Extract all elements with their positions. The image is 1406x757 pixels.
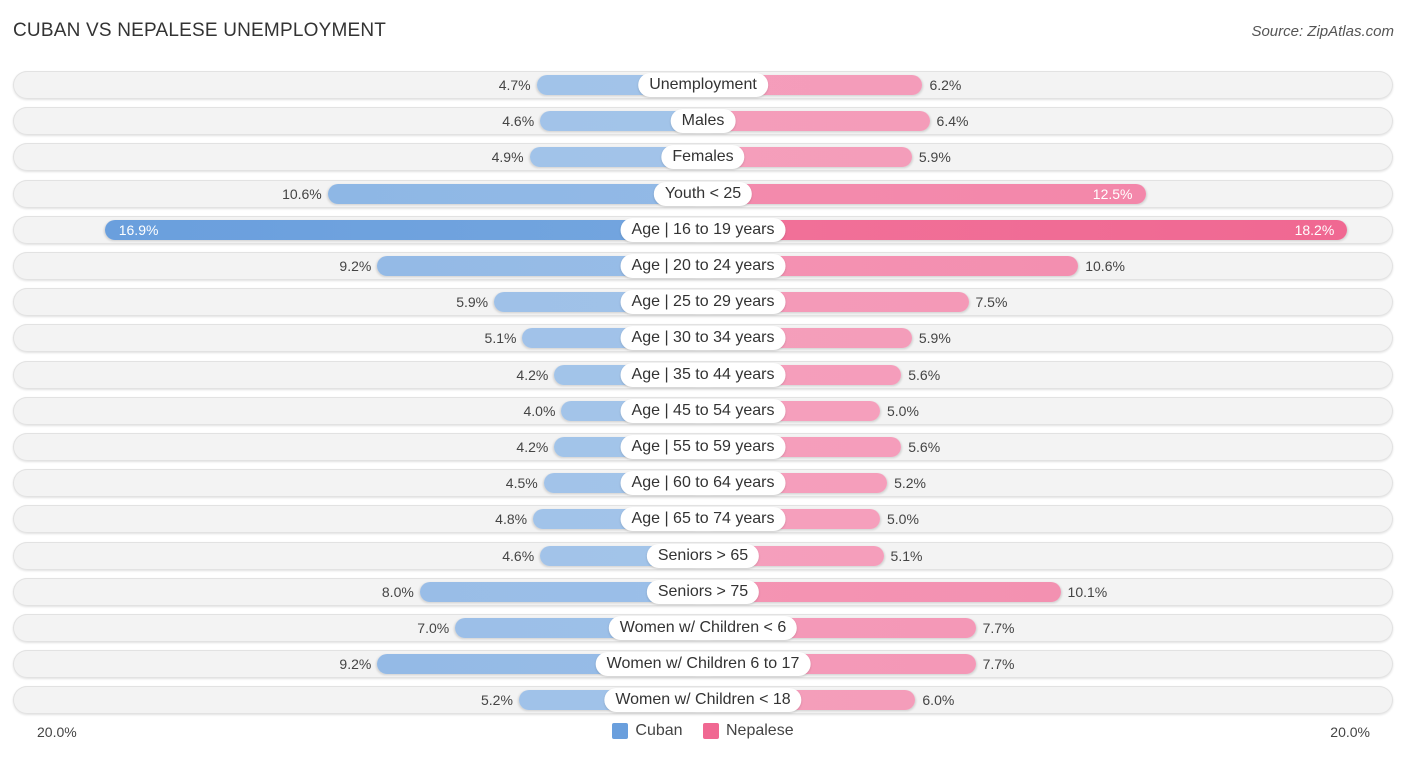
value-label-nepalese: 18.2% bbox=[1294, 221, 1335, 238]
value-label-cuban: 4.6% bbox=[502, 113, 535, 130]
value-label-nepalese: 7.7% bbox=[982, 620, 1015, 636]
value-label-nepalese: 7.7% bbox=[982, 656, 1015, 673]
value-label-cuban: 9.2% bbox=[339, 656, 372, 673]
value-label-nepalese: 5.0% bbox=[887, 402, 919, 419]
legend-swatch-nepalese bbox=[703, 723, 719, 739]
value-label-nepalese: 7.5% bbox=[975, 294, 1008, 311]
value-label-nepalese: 5.6% bbox=[908, 439, 941, 455]
category-label: Age | 20 to 24 years bbox=[620, 254, 786, 278]
value-label-nepalese: 6.4% bbox=[936, 113, 969, 130]
diverging-bar-chart: 4.7% 6.2% Unemployment 4.6% 6.4% Males 4.9% 5.9… bbox=[0, 0, 1406, 757]
value-label-cuban: 5.2% bbox=[481, 692, 513, 709]
value-label-cuban: 9.2% bbox=[339, 258, 372, 274]
value-label-cuban: 4.2% bbox=[516, 439, 549, 455]
category-label: Age | 30 to 34 years bbox=[620, 326, 786, 351]
category-label: Women w/ Children 6 to 17 bbox=[595, 652, 811, 677]
value-label-nepalese: 5.9% bbox=[918, 330, 951, 347]
category-label: Age | 60 to 64 years bbox=[620, 471, 786, 496]
value-label-cuban: 8.0% bbox=[381, 583, 414, 600]
value-label-cuban: 5.1% bbox=[484, 330, 517, 347]
value-label-cuban: 4.7% bbox=[498, 77, 531, 93]
value-label-cuban: 4.6% bbox=[502, 547, 535, 564]
category-label: Youth < 25 bbox=[653, 181, 753, 206]
category-label: Females bbox=[661, 145, 745, 170]
value-label-nepalese: 5.6% bbox=[908, 366, 941, 383]
legend-item-nepalese[interactable]: Nepalese bbox=[703, 722, 794, 740]
value-label-nepalese: 5.9% bbox=[918, 149, 951, 166]
value-label-nepalese: 6.0% bbox=[922, 692, 955, 709]
value-label-cuban: 7.0% bbox=[417, 620, 450, 636]
value-label-cuban: 4.5% bbox=[505, 475, 538, 492]
bar-cuban[interactable] bbox=[104, 219, 703, 240]
category-label: Age | 35 to 44 years bbox=[620, 362, 786, 387]
value-label-nepalese: 5.1% bbox=[890, 547, 923, 564]
value-label-nepalese: 10.6% bbox=[1085, 258, 1125, 274]
value-label-nepalese: 5.0% bbox=[887, 511, 919, 528]
legend: Cuban Nepalese bbox=[0, 722, 1406, 744]
value-label-nepalese: 5.2% bbox=[894, 475, 926, 492]
category-label: Women w/ Children < 6 bbox=[608, 616, 798, 640]
legend-label-cuban: Cuban bbox=[635, 722, 683, 739]
legend-item-cuban[interactable]: Cuban bbox=[612, 722, 683, 740]
category-label: Seniors > 75 bbox=[646, 579, 760, 604]
category-label: Age | 45 to 54 years bbox=[620, 398, 786, 423]
category-label: Unemployment bbox=[638, 73, 768, 97]
category-label: Seniors > 65 bbox=[646, 543, 760, 568]
value-label-cuban: 4.2% bbox=[516, 366, 549, 383]
category-label: Women w/ Children < 18 bbox=[604, 688, 802, 713]
bar-nepalese[interactable] bbox=[703, 183, 1146, 204]
category-label: Age | 25 to 29 years bbox=[620, 290, 786, 315]
legend-label-nepalese: Nepalese bbox=[726, 722, 794, 739]
bar-cuban[interactable] bbox=[327, 183, 703, 204]
value-label-nepalese: 12.5% bbox=[1092, 185, 1133, 202]
category-label: Age | 55 to 59 years bbox=[620, 435, 786, 459]
value-label-cuban: 5.9% bbox=[456, 294, 489, 311]
value-label-nepalese: 6.2% bbox=[929, 77, 962, 93]
value-label-cuban: 10.6% bbox=[282, 185, 322, 202]
value-label-cuban: 4.9% bbox=[491, 149, 524, 166]
category-label: Males bbox=[670, 109, 736, 134]
value-label-cuban: 4.8% bbox=[495, 511, 528, 528]
bar-nepalese[interactable] bbox=[703, 111, 930, 132]
value-label-cuban: 16.9% bbox=[118, 221, 159, 238]
value-label-nepalese: 10.1% bbox=[1067, 583, 1108, 600]
category-label: Age | 65 to 74 years bbox=[620, 507, 786, 532]
category-label: Age | 16 to 19 years bbox=[620, 217, 786, 242]
value-label-cuban: 4.0% bbox=[523, 402, 556, 419]
bar-nepalese[interactable] bbox=[703, 219, 1348, 240]
legend-swatch-cuban bbox=[612, 723, 629, 739]
